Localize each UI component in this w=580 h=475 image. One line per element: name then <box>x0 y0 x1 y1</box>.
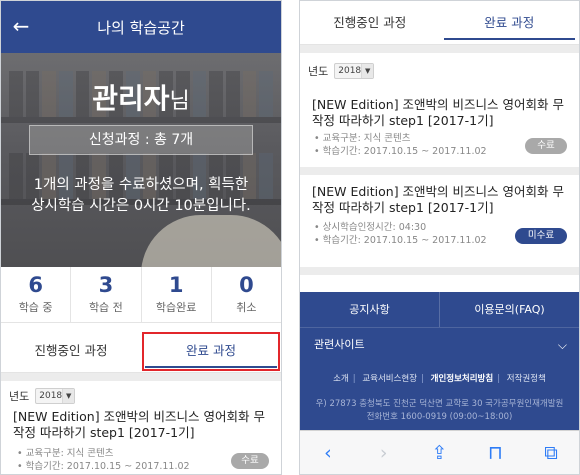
right-phone-screen: 진행중인 과정 완료 과정 년도 2018 ▼ [NEW Edition] 조앤박… <box>299 0 580 475</box>
bullet-icon: • <box>314 146 320 157</box>
link-separator: | <box>352 374 356 384</box>
year-filter: 년도 2018 ▼ <box>308 63 375 79</box>
year-label: 년도 <box>9 390 30 403</box>
course-count-box: 신청과정 : 총 7개 <box>29 125 253 155</box>
year-filter: 년도 2018 ▼ <box>9 388 76 404</box>
course-meta-period: 학습기간: 2017.10.15 ~ 2017.11.02 <box>25 461 190 472</box>
footer-link-about[interactable]: 소개 <box>333 374 349 384</box>
tab-completed[interactable]: 완료 과정 <box>141 331 281 372</box>
chevron-down-icon: ⌵ <box>557 338 567 352</box>
footer-sub-links: 소개 | 교육서비스현장 | 개인정보처리방침 | 저작권정책 <box>300 372 579 384</box>
link-separator: | <box>497 374 501 384</box>
course-meta-category: 교육구분: 지식 콘텐츠 <box>322 133 411 144</box>
stat-label: 취소 <box>236 301 257 314</box>
left-phone-screen: ← 나의 학습공간 관리자님 신청과정 : 총 7개 1개의 과정을 수료하셨으… <box>0 0 282 475</box>
course-title[interactable]: [NEW Edition] 조앤박의 비즈니스 영어회화 무작정 따라하기 st… <box>312 97 565 129</box>
completion-message: 1개의 과정을 수료하셨으며, 획득한 상시학습 시간은 0시간 10분입니다. <box>31 177 251 214</box>
item-divider <box>300 167 579 175</box>
chevron-down-icon: ▼ <box>361 64 374 78</box>
stat-value: 0 <box>239 273 254 297</box>
bullet-icon: • <box>314 235 320 246</box>
section-divider <box>1 373 281 381</box>
chevron-down-icon: ▼ <box>62 389 75 403</box>
bullet-icon: • <box>17 448 23 459</box>
related-sites-label: 관련사이트 <box>314 338 365 351</box>
course-meta: • 학습기간: 2017.10.15 ~ 2017.11.02 <box>314 234 487 247</box>
tab-in-progress[interactable]: 진행중인 과정 <box>1 331 141 372</box>
tabs-icon[interactable]: ⧉ <box>523 431 579 474</box>
arrow-left-icon[interactable]: ← <box>9 15 33 39</box>
back-chevron-icon[interactable]: ‹ <box>300 431 356 474</box>
footer-address-line: 우) 27873 충청북도 진천군 덕산면 교학로 30 국가공무원인재개발원 <box>315 399 564 409</box>
course-meta: • 상시학습인정시간: 04:30 <box>314 221 426 234</box>
related-sites-toggle[interactable]: 관련사이트 ⌵ <box>300 328 579 362</box>
year-value: 2018 <box>39 391 63 401</box>
status-badge-completed[interactable]: 수료 <box>525 138 567 154</box>
forward-chevron-icon[interactable]: › <box>356 431 412 474</box>
stat-label: 학습 전 <box>88 301 123 314</box>
footer-link-notice[interactable]: 공지사항 <box>300 292 440 327</box>
footer-address: 우) 27873 충청북도 진천군 덕산면 교학로 30 국가공무원인재개발원 … <box>300 398 579 424</box>
stat-value: 3 <box>98 273 114 297</box>
site-footer: 공지사항 이용문의(FAQ) 관련사이트 ⌵ 소개 | 교육서비스현장 | 개인정보… <box>300 292 579 432</box>
profile-hero: 관리자님 신청과정 : 총 7개 1개의 과정을 수료하셨으며, 획득한 상시학… <box>1 53 281 267</box>
link-separator: | <box>421 374 424 384</box>
stat-cancelled[interactable]: 0 취소 <box>212 267 281 322</box>
stat-value: 1 <box>168 273 184 297</box>
course-meta: • 교육구분: 지식 콘텐츠 <box>314 132 411 145</box>
item-divider <box>300 267 579 275</box>
footer-phone-line: 전화번호 1600-0919 (09:00~18:00) <box>366 412 513 422</box>
course-title[interactable]: [NEW Edition] 조앤박의 비즈니스 영어회화 무작정 따라하기 st… <box>13 409 267 441</box>
course-meta: • 학습기간: 2017.10.15 ~ 2017.11.02 <box>17 460 190 473</box>
footer-link-copyright[interactable]: 저작권정책 <box>507 374 546 384</box>
course-meta-period: 학습기간: 2017.10.15 ~ 2017.11.02 <box>322 146 487 157</box>
stat-in-progress[interactable]: 6 학습 중 <box>1 267 72 322</box>
stat-label: 학습완료 <box>155 301 197 314</box>
course-title[interactable]: [NEW Edition] 조앤박의 비즈니스 영어회화 무작정 따라하기 st… <box>312 184 565 216</box>
user-name-suffix: 님 <box>169 89 190 114</box>
year-label: 년도 <box>308 65 329 78</box>
section-divider <box>300 45 579 53</box>
user-name-text: 관리자 <box>92 82 170 115</box>
course-meta: • 학습기간: 2017.10.15 ~ 2017.11.02 <box>314 145 487 158</box>
footer-link-service[interactable]: 교육서비스현장 <box>362 374 417 384</box>
user-name: 관리자님 <box>1 77 281 117</box>
footer-links: 공지사항 이용문의(FAQ) <box>300 292 579 328</box>
learning-stats: 6 학습 중 3 학습 전 1 학습완료 0 취소 <box>1 267 281 323</box>
background-shelf <box>1 117 281 123</box>
year-select[interactable]: 2018 ▼ <box>35 388 76 404</box>
course-tabs: 진행중인 과정 완료 과정 <box>1 331 281 373</box>
stat-completed[interactable]: 1 학습완료 <box>142 267 212 322</box>
stat-value: 6 <box>28 273 43 297</box>
stat-label: 학습 중 <box>18 301 53 314</box>
course-meta: • 교육구분: 지식 콘텐츠 <box>17 447 114 460</box>
bullet-icon: • <box>314 133 320 144</box>
bookmarks-icon[interactable]: ⊓ <box>467 431 523 474</box>
course-tabs: 진행중인 과정 완료 과정 <box>300 1 579 45</box>
year-select[interactable]: 2018 ▼ <box>334 63 375 79</box>
tab-completed[interactable]: 완료 과정 <box>440 1 580 44</box>
footer-link-privacy[interactable]: 개인정보처리방침 <box>431 374 494 384</box>
course-meta-period: 학습기간: 2017.10.15 ~ 2017.11.02 <box>322 235 487 246</box>
course-meta-hours: 상시학습인정시간: 04:30 <box>322 222 427 233</box>
footer-link-faq[interactable]: 이용문의(FAQ) <box>440 292 579 327</box>
bullet-icon: • <box>17 461 23 472</box>
status-badge-completed[interactable]: 수료 <box>231 453 269 469</box>
share-icon[interactable]: ⇪ <box>412 431 468 474</box>
tab-in-progress[interactable]: 진행중인 과정 <box>300 1 440 44</box>
status-badge-incomplete[interactable]: 미수료 <box>515 228 567 244</box>
page-title: 나의 학습공간 <box>97 18 185 37</box>
course-meta-category: 교육구분: 지식 콘텐츠 <box>25 448 114 459</box>
browser-toolbar: ‹ › ⇪ ⊓ ⧉ <box>300 430 579 474</box>
open-book-image <box>141 215 281 267</box>
stat-not-started[interactable]: 3 학습 전 <box>71 267 142 322</box>
bullet-icon: • <box>314 222 320 233</box>
year-value: 2018 <box>338 66 362 76</box>
header-bar: ← 나의 학습공간 <box>1 1 281 53</box>
